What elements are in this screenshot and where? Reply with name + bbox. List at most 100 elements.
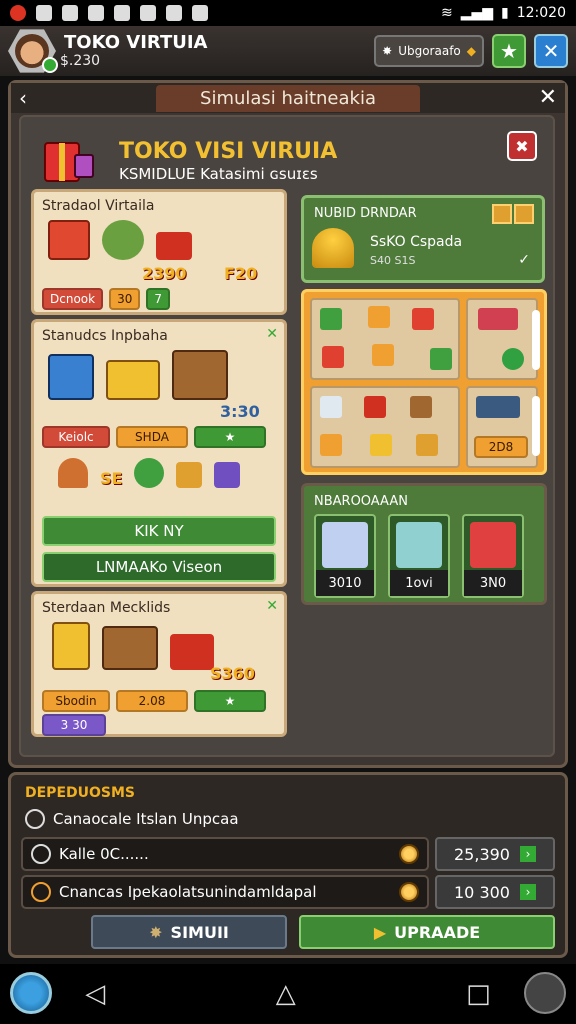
- detail-value-1[interactable]: 25,390 ›: [435, 837, 555, 871]
- order-item-name: SsKO Cspada: [370, 234, 463, 250]
- detail-value-label: 10 300: [454, 882, 510, 902]
- shelf-slot-top-right[interactable]: [466, 298, 538, 380]
- detail-value-2[interactable]: 10 300 ›: [435, 875, 555, 909]
- product-card-1[interactable]: Stradaol Virtaila 2390 F20 Dcnook 30 7: [31, 189, 287, 315]
- red-cabinet-icon: [48, 220, 90, 260]
- shelf-price-label: 2D8: [488, 440, 514, 454]
- close-badge-icon[interactable]: [514, 204, 534, 224]
- green-box-icon: [320, 308, 342, 330]
- card-terminal-icon: [396, 522, 442, 568]
- hard-hat-icon: [312, 228, 354, 268]
- card-price: S360: [210, 664, 255, 683]
- detail-row-2[interactable]: Cnancas Ipekaolatsunindamldapal: [21, 875, 429, 909]
- card-title: Stradaol Virtaila: [42, 198, 155, 214]
- details-panel: DEPEDUOSMS Canaocale Itslan Unpcaa Kalle…: [8, 772, 568, 958]
- close-window-button[interactable]: ✕: [534, 34, 568, 68]
- rating-tag[interactable]: ★: [194, 426, 266, 448]
- rating-tag[interactable]: 7: [146, 288, 170, 310]
- truck-icon: [476, 396, 520, 418]
- gold-coin-icon: [399, 882, 419, 902]
- car-icon: [478, 308, 518, 330]
- detail-row-1[interactable]: Kalle 0C......: [21, 837, 429, 871]
- shelf-scrollbar-2[interactable]: [532, 396, 540, 456]
- wifi-icon: ≋: [440, 5, 453, 21]
- category-tag[interactable]: Keiolc: [42, 426, 110, 448]
- flowers-icon: [134, 458, 165, 488]
- assistant-bubble-icon[interactable]: [10, 972, 52, 1014]
- price-tag[interactable]: 2.08: [116, 690, 188, 712]
- top-bar: TOKO VIRTUIA $.230 ✸ Ubgoraafo ◆ ★ ✕: [0, 26, 576, 76]
- product-card-3[interactable]: Sterdaan Mecklids ✕ S360 Sbodin 2.08 ★ 3…: [31, 591, 287, 737]
- menu-bubble-icon[interactable]: [524, 972, 566, 1014]
- alert-button[interactable]: ✖: [507, 131, 537, 161]
- simulation-dialog: ‹ Simulasi haitneakia ✕ TOKO VISI VIRUIA…: [8, 80, 568, 768]
- check-icon: ✓: [518, 252, 530, 268]
- upgrade-button[interactable]: ▶ UPRAADE: [299, 915, 555, 949]
- shelf-slot-bottom[interactable]: [310, 386, 460, 468]
- star-icon: ✸: [149, 922, 163, 942]
- gallery-icon: [36, 5, 52, 21]
- back-nav-icon[interactable]: ◁: [85, 979, 105, 1009]
- star-icon: ★: [500, 39, 518, 63]
- red-box-icon: [412, 308, 434, 330]
- card-price-2: F20: [224, 264, 258, 283]
- details-title: DEPEDUOSMS: [25, 785, 135, 801]
- yellow-box-icon: [372, 344, 394, 366]
- shelf-price-tag[interactable]: 2D8: [474, 436, 528, 458]
- ball-icon: [502, 348, 524, 370]
- simulate-button[interactable]: ✸ SIMUII: [91, 915, 287, 949]
- orange-box-icon: [368, 306, 390, 328]
- home-nav-icon[interactable]: △: [276, 979, 296, 1009]
- count-tag[interactable]: 30: [109, 288, 141, 310]
- detail-row-label: Kalle 0C......: [59, 845, 149, 863]
- skull-icon: ✖: [515, 136, 529, 156]
- rating-tag[interactable]: ★: [194, 690, 266, 712]
- product-card-2[interactable]: Stanudcs Inpbaha ✕ 3:30 Keiolc SHDA ★ SE…: [31, 319, 287, 587]
- shelf-slot-bottom-right[interactable]: 2D8: [466, 386, 538, 468]
- price-tag-label: SHDA: [135, 430, 169, 444]
- details-subtitle: Canaocale Itslan Unpcaa: [25, 809, 239, 829]
- red-crate-icon: [364, 396, 386, 418]
- gold-coin-icon: [399, 844, 419, 864]
- dismiss-icon[interactable]: ✕: [266, 598, 278, 614]
- shelf-scrollbar[interactable]: [532, 310, 540, 370]
- view-button[interactable]: LNMAAKo Viseon: [42, 552, 276, 582]
- product-item-1[interactable]: 3010: [314, 514, 376, 598]
- buy-button[interactable]: KIK NY: [42, 516, 276, 546]
- details-subtitle-label: Canaocale Itslan Unpcaa: [53, 810, 239, 828]
- favorite-button[interactable]: ★: [492, 34, 526, 68]
- card-price: 2390: [142, 264, 187, 283]
- upgrade-pill-label: Ubgoraafo: [398, 44, 461, 58]
- order-panel[interactable]: NUBID DRNDAR SsKO Cspada S40 S1S ✓: [301, 195, 545, 283]
- upgrade-pill-button[interactable]: ✸ Ubgoraafo ◆: [374, 35, 484, 67]
- green-crate-icon: [430, 348, 452, 370]
- product-item-3[interactable]: 3N0: [462, 514, 524, 598]
- price-tag-label: 2.08: [138, 694, 166, 708]
- option-radio-icon: [31, 844, 51, 864]
- price-tag[interactable]: SHDA: [116, 426, 188, 448]
- notification-icon: [10, 5, 26, 21]
- recents-nav-icon[interactable]: □: [466, 979, 491, 1009]
- stock-tag[interactable]: 3 30: [42, 714, 106, 736]
- header-title: TOKO VISI VIRUIA: [119, 139, 338, 164]
- category-tag[interactable]: Dcnook: [42, 288, 104, 310]
- dialog-close-button[interactable]: ✕: [539, 85, 557, 110]
- category-tag-label: Sbodin: [55, 694, 97, 708]
- rating-tag-label: ★: [224, 694, 236, 708]
- category-tag-label: Keiolc: [58, 430, 94, 444]
- dialog-title: Simulasi haitneakia: [156, 84, 420, 112]
- arrow-right-icon: ›: [519, 884, 536, 900]
- battery-icon: ▮: [501, 5, 509, 21]
- music-icon: [88, 5, 104, 21]
- dismiss-icon[interactable]: ✕: [266, 326, 278, 342]
- back-button[interactable]: ‹: [19, 86, 27, 110]
- product-item-2[interactable]: 1ovi: [388, 514, 450, 598]
- category-tag[interactable]: Sbodin: [42, 690, 110, 712]
- shelf-slot-top[interactable]: [310, 298, 460, 380]
- products-panel: NBAROOAAAN 3010 1ovi 3N0: [301, 483, 547, 605]
- avatar[interactable]: [8, 27, 60, 75]
- verified-check-icon: [42, 57, 58, 73]
- card-price-2: SE: [100, 469, 123, 488]
- bolt-badge-icon: [492, 204, 512, 224]
- dispenser-icon: [322, 522, 368, 568]
